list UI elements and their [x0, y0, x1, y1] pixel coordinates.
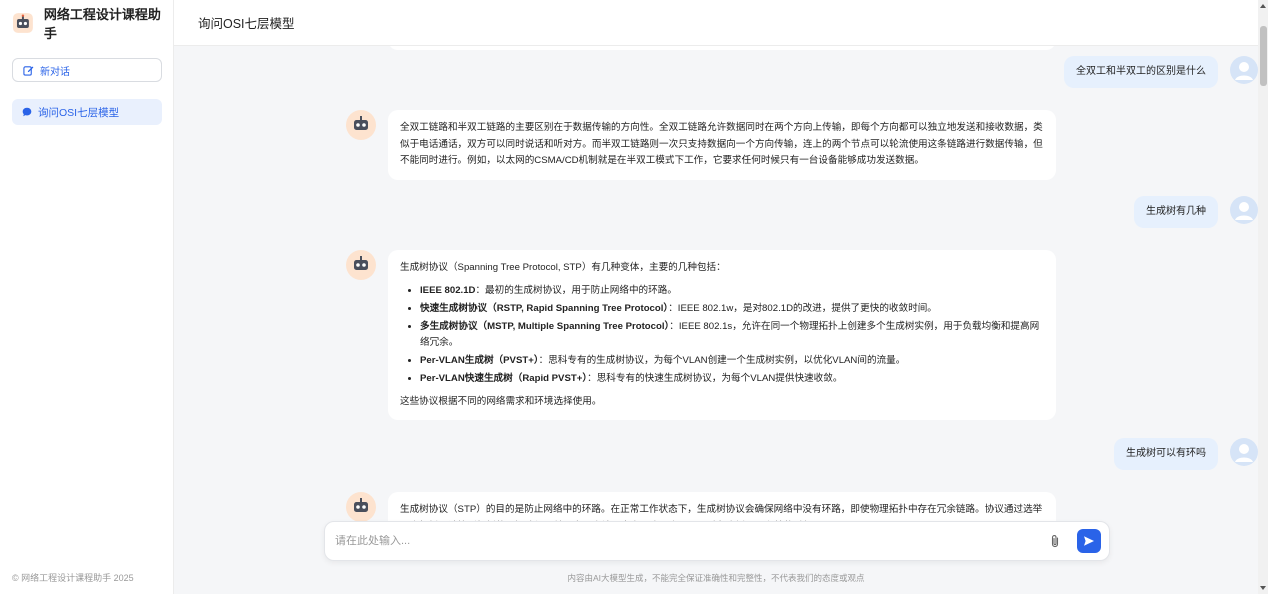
message-composer [324, 521, 1110, 561]
stp-intro: 生成树协议（Spanning Tree Protocol, STP）有几种变体，… [400, 262, 726, 273]
user-message: 生成树可以有环吗 [1114, 438, 1258, 470]
user-avatar-icon [1230, 56, 1258, 84]
user-bubble: 全双工和半双工的区别是什么 [1064, 56, 1218, 88]
scroll-down-arrow-icon[interactable] [1259, 584, 1267, 592]
robot-avatar-icon [346, 492, 376, 522]
list-item: Per-VLAN生成树（PVST+）：思科专有的生成树协议，为每个VLAN创建一… [420, 353, 1044, 370]
new-chat-button[interactable]: 新对话 [12, 58, 162, 82]
robot-logo-icon [12, 13, 33, 33]
attach-button[interactable] [1045, 531, 1065, 551]
user-bubble: 生成树有几种 [1134, 196, 1218, 228]
assistant-bubble: 全双工链路和半双工链路的主要区别在于数据传输的方向性。全双工链路允许数据同时在两… [388, 110, 1056, 180]
edit-icon [23, 65, 34, 76]
assistant-message: 生成树协议（Spanning Tree Protocol, STP）有几种变体，… [346, 250, 1056, 420]
stp-variant-list: IEEE 802.1D：最初的生成树协议，用于防止网络中的环路。 快速生成树协议… [420, 283, 1044, 388]
list-item: 快速生成树协议（RSTP, Rapid Spanning Tree Protoc… [420, 301, 1044, 318]
user-avatar-icon [1230, 196, 1258, 224]
chat-bubble-icon [22, 107, 32, 117]
list-item-title: IEEE 802.1D [420, 284, 476, 296]
conversation-item[interactable]: 询问OSI七层模型 [12, 99, 162, 125]
main-area: 询问OSI七层模型 全双工和半双工的区别是什么 全双工链路和半双工链路的主要区别… [174, 0, 1268, 594]
user-bubble: 生成树可以有环吗 [1114, 438, 1218, 470]
list-item-title: 多生成树协议（MSTP, Multiple Spanning Tree Prot… [420, 320, 670, 332]
assistant-message [346, 46, 1056, 50]
conversation-item-label: 询问OSI七层模型 [38, 106, 120, 119]
assistant-bubble [388, 46, 1056, 50]
list-item-title: 快速生成树协议（RSTP, Rapid Spanning Tree Protoc… [420, 302, 669, 314]
user-message: 生成树有几种 [1134, 196, 1258, 228]
copyright: © 网络工程设计课程助手 2025 [12, 573, 134, 583]
assistant-bubble: 生成树协议（Spanning Tree Protocol, STP）有几种变体，… [388, 250, 1056, 420]
send-icon [1084, 536, 1094, 546]
robot-avatar-icon [346, 110, 376, 140]
robot-avatar-icon [346, 250, 376, 280]
list-item-text: ：IEEE 802.1w，是对802.1D的改进，提供了更快的收敛时间。 [668, 302, 937, 314]
list-item-title: Per-VLAN快速生成树（Rapid PVST+） [420, 373, 588, 384]
scrollbar[interactable] [1258, 0, 1268, 594]
list-item-title: Per-VLAN生成树（PVST+） [420, 355, 539, 366]
list-item-text: ：最初的生成树协议，用于防止网络中的环路。 [475, 284, 677, 296]
ai-disclaimer: 内容由AI大模型生成，不能完全保证准确性和完整性，不代表我们的态度或观点 [567, 573, 865, 583]
brand-title: 网络工程设计课程助手 [43, 7, 161, 41]
send-button[interactable] [1077, 529, 1101, 553]
paperclip-icon [1051, 535, 1059, 548]
list-item-text: ：思科专有的生成树协议，为每个VLAN创建一个生成树实例，以优化VLAN间的流量… [538, 355, 906, 366]
assistant-message: 全双工链路和半双工链路的主要区别在于数据传输的方向性。全双工链路允许数据同时在两… [346, 110, 1056, 180]
scroll-up-arrow-icon[interactable] [1259, 2, 1267, 10]
list-item: Per-VLAN快速生成树（Rapid PVST+）：思科专有的快速生成树协议，… [420, 371, 1044, 388]
sidebar: 网络工程设计课程助手 新对话 询问OSI七层模型 © 网络工程设计课程助手 20… [0, 0, 174, 594]
list-item-text: ：思科专有的快速生成树协议，为每个VLAN提供快速收敛。 [587, 373, 843, 384]
chat-header: 询问OSI七层模型 [174, 0, 1258, 46]
user-avatar-icon [1230, 438, 1258, 466]
list-item: 多生成树协议（MSTP, Multiple Spanning Tree Prot… [420, 319, 1044, 352]
brand: 网络工程设计课程助手 [0, 0, 173, 46]
message-input[interactable] [335, 535, 1045, 547]
user-message: 全双工和半双工的区别是什么 [1064, 56, 1258, 88]
scrollbar-thumb[interactable] [1260, 26, 1267, 86]
list-item: IEEE 802.1D：最初的生成树协议，用于防止网络中的环路。 [420, 283, 1044, 300]
chat-title: 询问OSI七层模型 [198, 17, 295, 31]
new-chat-label: 新对话 [40, 66, 70, 78]
stp-outro: 这些协议根据不同的网络需求和环境选择使用。 [400, 395, 602, 407]
message-list[interactable]: 全双工和半双工的区别是什么 全双工链路和半双工链路的主要区别在于数据传输的方向性… [174, 46, 1258, 594]
